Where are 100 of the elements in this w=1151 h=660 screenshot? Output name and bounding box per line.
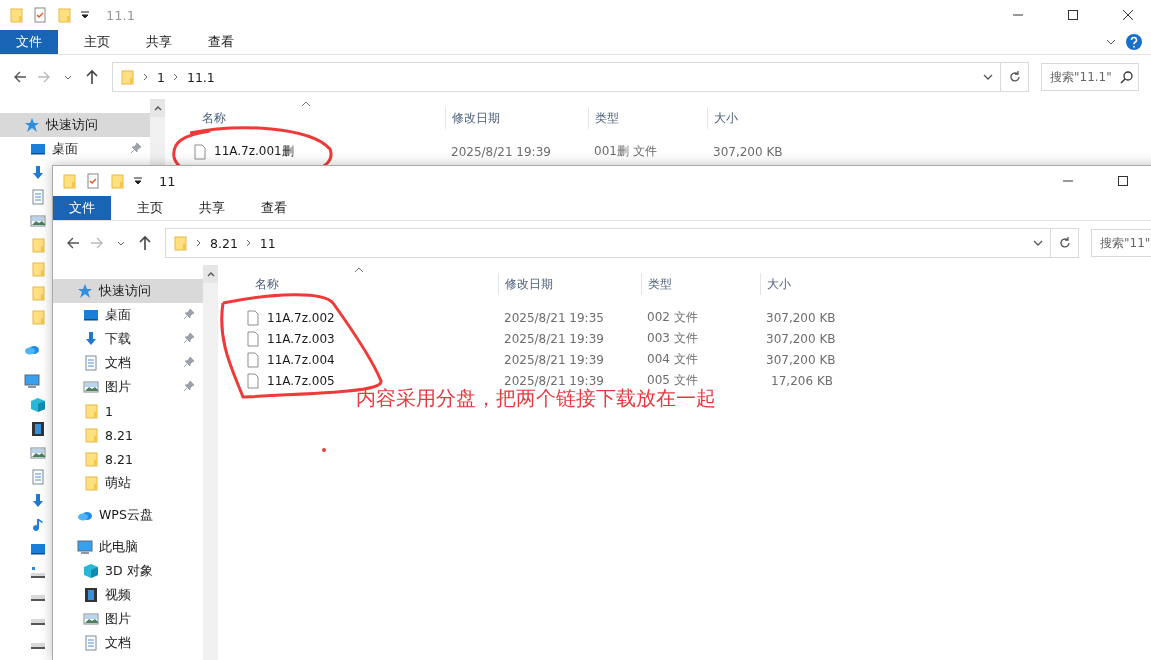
modified-date: 2025/8/21 19:39 bbox=[503, 373, 605, 388]
column-header[interactable]: 名称 bbox=[233, 273, 498, 295]
chevron-right-icon bbox=[245, 239, 252, 247]
address-bar[interactable]: 1 11.1 bbox=[112, 62, 1001, 92]
sidebar-item[interactable]: 桌面 bbox=[53, 303, 203, 327]
folder-icon bbox=[30, 309, 46, 325]
file-name[interactable]: 11A.7z.004 bbox=[233, 351, 498, 368]
sidebar-item[interactable]: 快速访问 bbox=[53, 279, 203, 303]
down-arrow-icon bbox=[83, 331, 99, 347]
breadcrumb[interactable]: 11 bbox=[259, 235, 276, 251]
document-icon bbox=[83, 355, 99, 371]
monitor-screen-icon bbox=[30, 141, 46, 157]
scroll-up-button[interactable] bbox=[203, 265, 218, 283]
network-drive-icon bbox=[30, 565, 46, 581]
cube-icon bbox=[30, 397, 46, 413]
search-field[interactable]: 搜索"11.1" bbox=[1041, 63, 1139, 91]
modified-date: 2025/8/21 19:39 bbox=[503, 352, 605, 367]
dropdown-icon[interactable] bbox=[80, 10, 90, 20]
ribbon-tab[interactable]: 主页 bbox=[121, 196, 179, 220]
checklist-icon[interactable] bbox=[32, 7, 48, 23]
sidebar-item[interactable]: 桌面 bbox=[0, 137, 150, 161]
file-size: 307,200 KB bbox=[765, 331, 837, 346]
film-icon bbox=[30, 421, 46, 437]
search-field[interactable]: 搜索"11" bbox=[1091, 229, 1151, 257]
file-size: 307,200 KB bbox=[765, 352, 837, 367]
file-name[interactable]: 11A.7z.003 bbox=[233, 330, 498, 347]
refresh-button[interactable] bbox=[1051, 228, 1079, 258]
computer-icon bbox=[77, 539, 93, 555]
column-header[interactable]: 大小 bbox=[707, 107, 788, 129]
sidebar-item[interactable]: 下载 bbox=[53, 327, 203, 351]
file-icon bbox=[245, 330, 261, 347]
ribbon-tab[interactable]: 文件 bbox=[0, 30, 58, 54]
file-name[interactable]: 11A.7z.005 bbox=[233, 372, 498, 389]
forward-arrow-icon bbox=[37, 70, 51, 84]
file-name[interactable]: 11A.7z.001删 bbox=[180, 143, 445, 160]
folder-icon bbox=[56, 7, 72, 23]
breadcrumb[interactable]: 1 bbox=[157, 69, 165, 85]
refresh-button[interactable] bbox=[1001, 62, 1029, 92]
column-header[interactable]: 大小 bbox=[760, 273, 841, 295]
scroll-up-button[interactable] bbox=[150, 99, 165, 117]
sidebar-item[interactable]: 文档 bbox=[53, 631, 203, 655]
chevron-right-icon bbox=[196, 239, 202, 247]
sidebar-item[interactable]: 1 bbox=[53, 399, 203, 423]
file-type: 005 文件 bbox=[646, 372, 699, 388]
ribbon-tab[interactable]: 查看 bbox=[245, 196, 303, 220]
document-icon bbox=[30, 469, 46, 485]
ribbon-tab[interactable]: 主页 bbox=[68, 30, 126, 54]
dropdown-icon[interactable] bbox=[133, 176, 143, 186]
pin-icon[interactable] bbox=[130, 141, 142, 154]
column-header[interactable]: 修改日期 bbox=[498, 273, 641, 295]
sidebar-item[interactable]: 快速访问 bbox=[0, 113, 150, 137]
chevron-up-icon bbox=[206, 271, 215, 277]
document-icon bbox=[30, 189, 46, 205]
up-arrow-icon bbox=[85, 69, 99, 85]
close-icon bbox=[1122, 10, 1133, 20]
column-header[interactable]: 修改日期 bbox=[445, 107, 588, 129]
pin-icon[interactable] bbox=[183, 307, 195, 320]
sidebar-item[interactable]: 视频 bbox=[53, 583, 203, 607]
pin-icon[interactable] bbox=[183, 379, 195, 392]
sort-caret-icon bbox=[354, 267, 364, 273]
checklist-icon[interactable] bbox=[85, 173, 101, 189]
address-bar[interactable]: 8.21 11 bbox=[165, 228, 1051, 258]
file-icon bbox=[245, 309, 261, 326]
sidebar-item[interactable]: 文档 bbox=[53, 351, 203, 375]
sidebar-item[interactable]: WPS云盘 bbox=[53, 503, 203, 527]
column-header[interactable]: 类型 bbox=[641, 273, 760, 295]
ribbon-tab[interactable]: 共享 bbox=[183, 196, 241, 220]
sidebar-item[interactable]: 图片 bbox=[53, 607, 203, 631]
back-arrow-icon bbox=[66, 236, 80, 250]
sort-caret-icon bbox=[301, 101, 311, 107]
file-type: 002 文件 bbox=[646, 309, 699, 326]
folder-icon bbox=[83, 427, 99, 443]
forward-arrow-icon bbox=[90, 236, 104, 250]
ribbon-tab[interactable]: 文件 bbox=[53, 196, 111, 220]
sidebar-item[interactable]: 8.21 bbox=[53, 423, 203, 447]
chevron-right-icon bbox=[143, 73, 149, 81]
monitor-screen-icon bbox=[83, 307, 99, 323]
breadcrumb[interactable]: 8.21 bbox=[210, 235, 238, 251]
sidebar-item[interactable]: 3D 对象 bbox=[53, 559, 203, 583]
file-name[interactable]: 11A.7z.002 bbox=[233, 309, 498, 326]
column-header[interactable]: 类型 bbox=[588, 107, 707, 129]
sidebar-item[interactable]: 此电脑 bbox=[53, 535, 203, 559]
pin-icon[interactable] bbox=[183, 355, 195, 368]
sidebar-item[interactable]: 萌站 bbox=[53, 471, 203, 495]
window-title: 11.1 bbox=[106, 7, 135, 23]
breadcrumb[interactable]: 11.1 bbox=[186, 69, 215, 85]
column-header[interactable]: 名称 bbox=[180, 107, 445, 129]
sidebar-item[interactable]: 图片 bbox=[53, 375, 203, 399]
modified-date: 2025/8/21 19:35 bbox=[503, 310, 605, 325]
search-icon bbox=[1120, 70, 1134, 84]
ribbon-tab[interactable]: 共享 bbox=[130, 30, 188, 54]
computer-icon bbox=[24, 373, 40, 389]
ribbon-tab[interactable]: 查看 bbox=[192, 30, 250, 54]
folder-icon bbox=[109, 173, 125, 189]
folder-icon bbox=[172, 235, 188, 251]
down-arrow-icon bbox=[30, 165, 46, 181]
file-icon bbox=[192, 143, 208, 160]
file-size: 307,200 KB bbox=[712, 144, 784, 159]
sidebar-item[interactable]: 8.21 bbox=[53, 447, 203, 471]
pin-icon[interactable] bbox=[183, 331, 195, 344]
